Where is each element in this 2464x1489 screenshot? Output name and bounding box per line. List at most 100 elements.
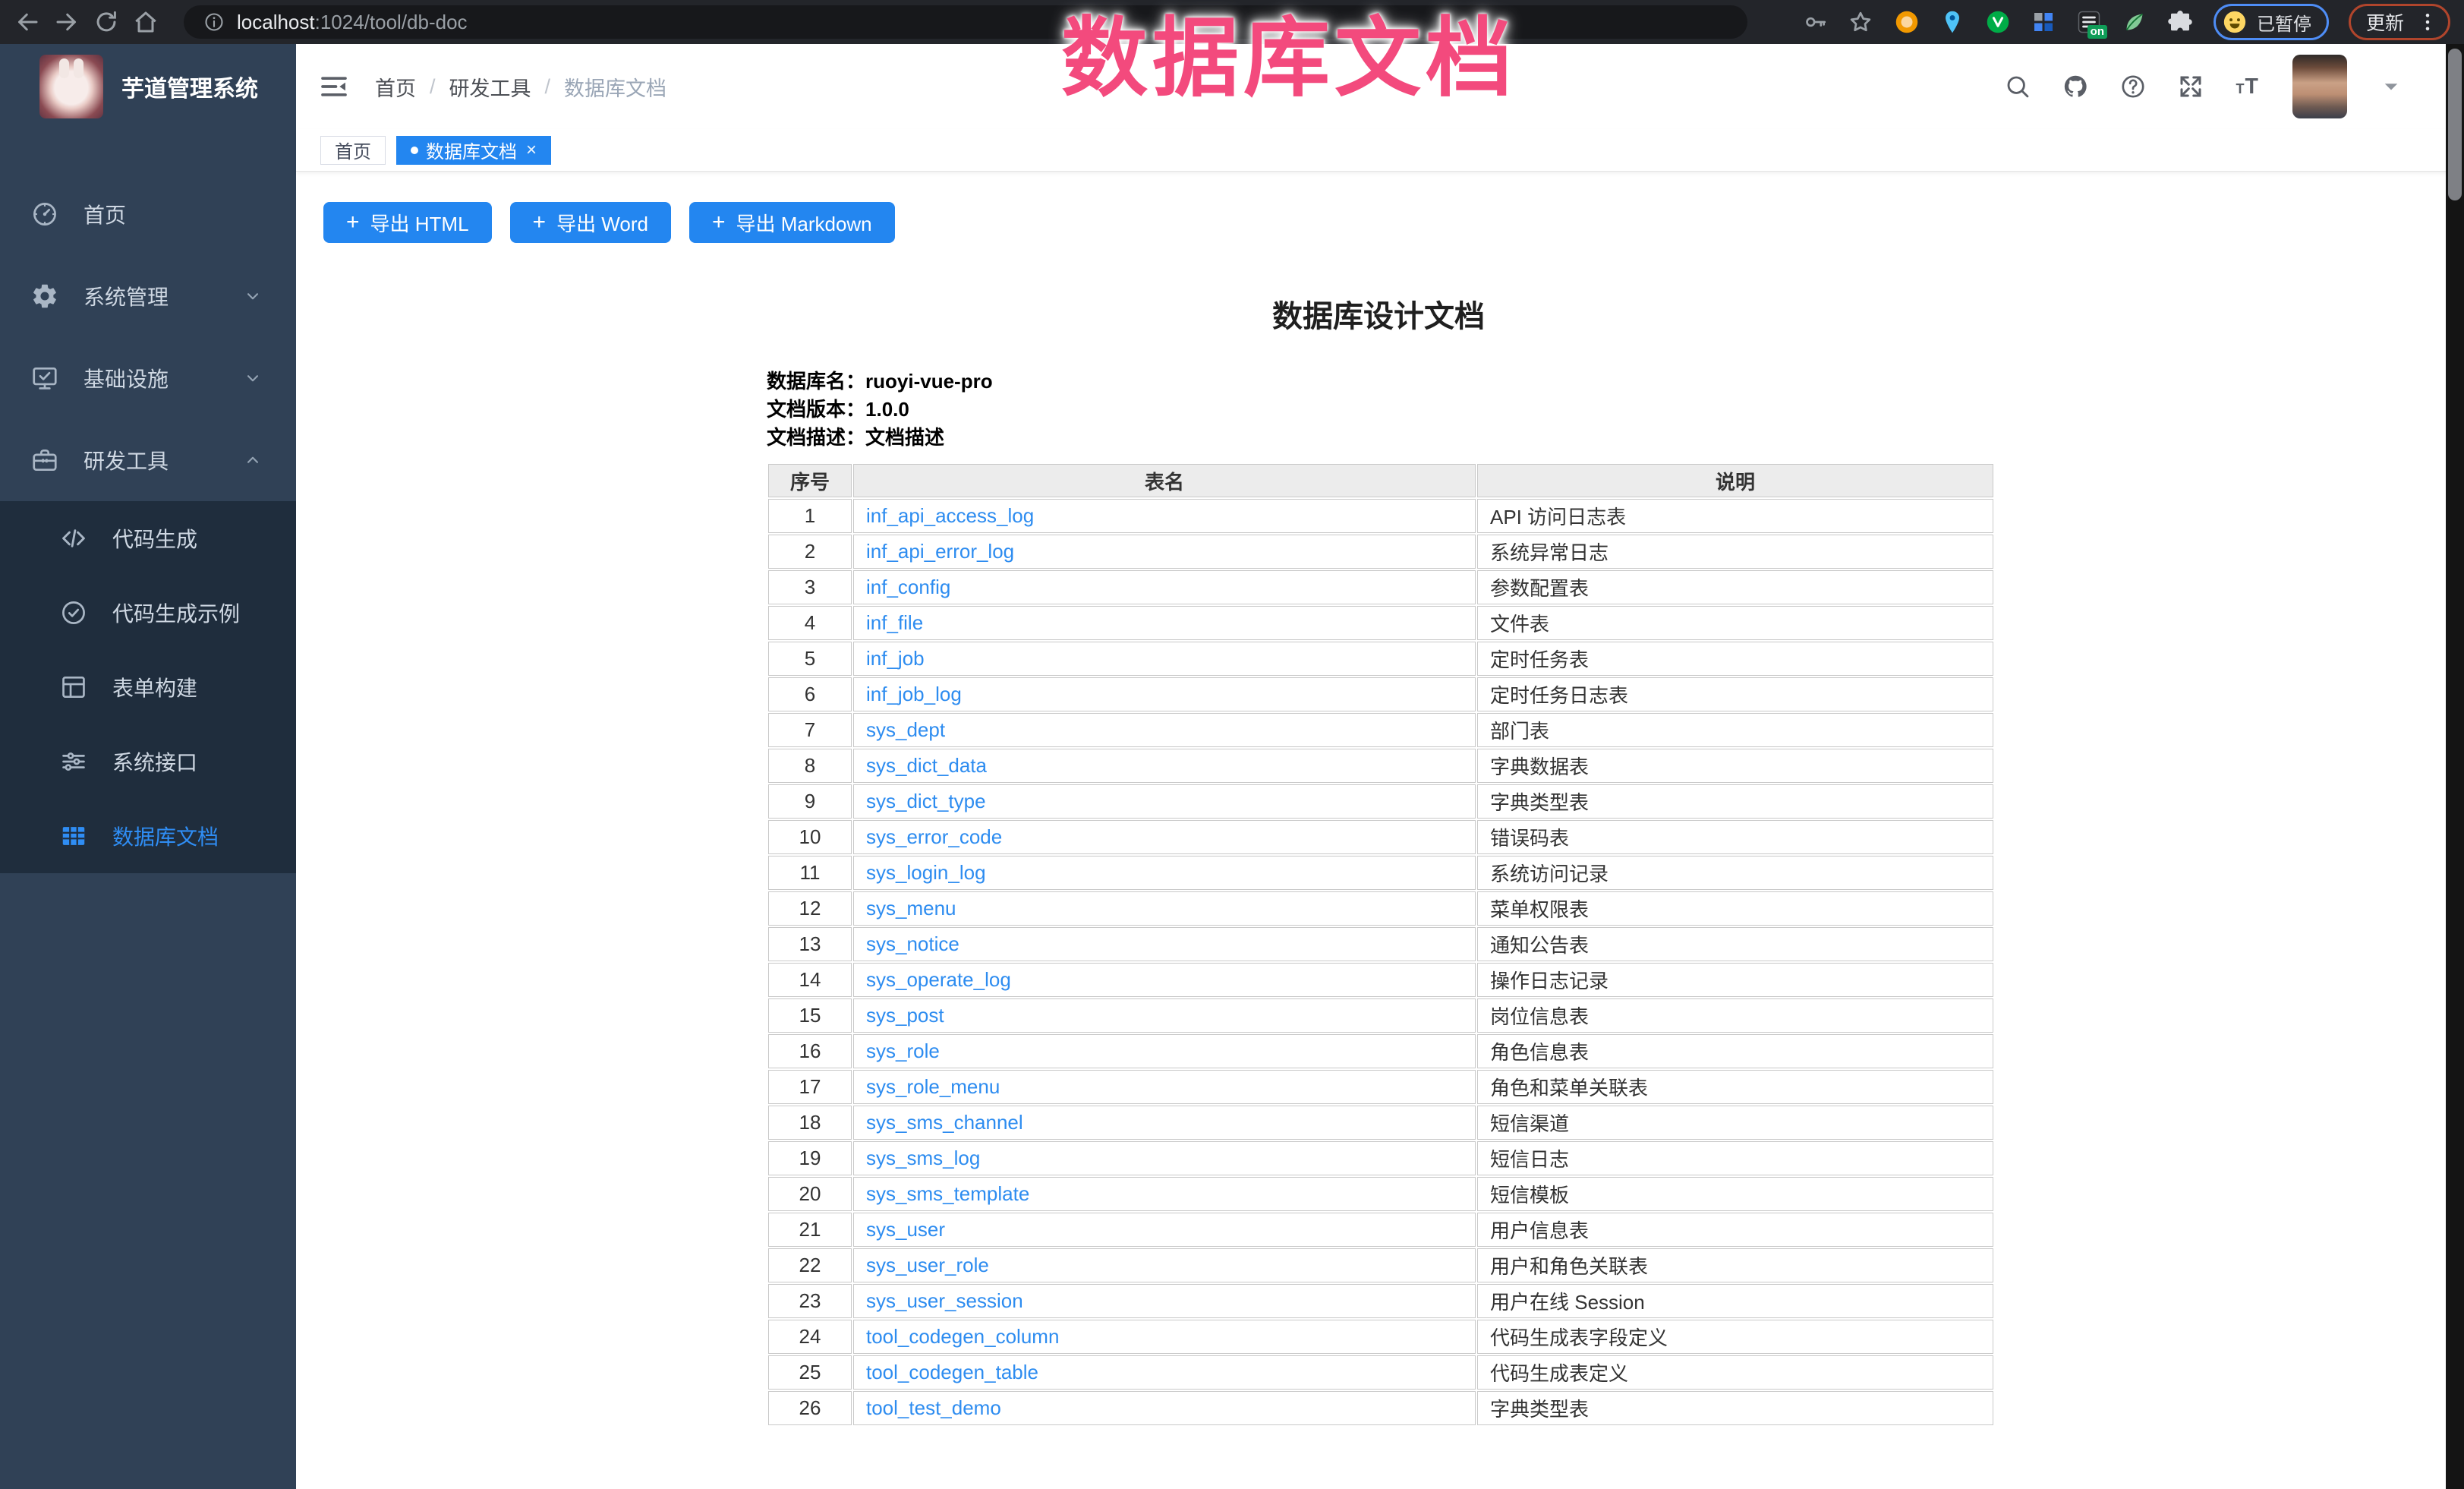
table-name-link[interactable]: tool_test_demo <box>866 1396 1001 1419</box>
tag-item[interactable]: 首页 <box>320 136 386 165</box>
table-cell-name: inf_file <box>853 606 1476 640</box>
table-name-link[interactable]: sys_dict_type <box>866 790 986 812</box>
table-cell-description: 短信日志 <box>1477 1141 1993 1175</box>
doc-meta-row: 数据库名：ruoyi-vue-pro <box>767 368 1990 396</box>
browser-update-button[interactable]: 更新 <box>2349 4 2450 40</box>
table-row: 23sys_user_session用户在线 Session <box>768 1284 1993 1318</box>
table-name-link[interactable]: sys_menu <box>866 897 956 920</box>
font-size-icon[interactable]: TT <box>2235 73 2262 100</box>
table-name-link[interactable]: sys_operate_log <box>866 968 1011 991</box>
sidebar-item-label: 基础设施 <box>83 363 169 393</box>
table-name-link[interactable]: inf_job <box>866 647 925 670</box>
export-toolbar: +导出 HTML +导出 Word +导出 Markdown <box>323 202 2464 243</box>
table-cell-description: 文件表 <box>1477 606 1993 640</box>
breadcrumb-item[interactable]: 首页 <box>375 72 416 102</box>
export-button-markdown[interactable]: +导出 Markdown <box>689 202 895 243</box>
table-name-link[interactable]: sys_sms_channel <box>866 1111 1023 1134</box>
forward-icon[interactable] <box>53 8 80 36</box>
extension-orange-icon[interactable] <box>1893 8 1920 36</box>
doc-meta: 数据库名：ruoyi-vue-pro文档版本：1.0.0文档描述：文档描述 <box>767 368 1990 452</box>
tag-label: 首页 <box>335 137 371 163</box>
tag-active[interactable]: 数据库文档× <box>396 136 551 165</box>
dashboard-icon <box>30 200 59 229</box>
table-cell-index: 9 <box>768 784 852 819</box>
kebab-menu-icon[interactable] <box>2416 11 2439 33</box>
home-icon[interactable] <box>132 8 159 36</box>
app-logo-row[interactable]: 芋道管理系统 <box>0 44 296 129</box>
table-name-link[interactable]: inf_config <box>866 576 950 598</box>
export-button-label: 导出 Word <box>556 209 648 237</box>
reload-icon[interactable] <box>93 8 120 36</box>
table-header-cell: 说明 <box>1477 464 1993 497</box>
password-key-icon[interactable] <box>1802 9 1828 35</box>
scrollbar-thumb[interactable] <box>2448 49 2462 200</box>
sidebar-subitem-db-doc[interactable]: 数据库文档 <box>0 799 296 873</box>
sidebar-item-system[interactable]: 系统管理 <box>0 255 296 337</box>
table-name-link[interactable]: sys_role <box>866 1039 940 1062</box>
table-name-link[interactable]: tool_codegen_table <box>866 1361 1038 1383</box>
user-avatar[interactable] <box>2292 55 2347 118</box>
table-name-link[interactable]: sys_error_code <box>866 825 1002 848</box>
extension-grid-icon[interactable] <box>2030 8 2057 36</box>
extension-verified-icon[interactable] <box>1984 8 2012 36</box>
table-name-link[interactable]: sys_sms_log <box>866 1147 980 1169</box>
page-scrollbar[interactable] <box>2446 44 2464 1489</box>
table-cell-name: sys_post <box>853 998 1476 1033</box>
table-name-link[interactable]: sys_post <box>866 1004 944 1027</box>
fullscreen-icon[interactable] <box>2177 73 2204 100</box>
sidebar-submenu-devtools: 代码生成代码生成示例表单构建系统接口数据库文档 <box>0 501 296 873</box>
table-cell-name: sys_dept <box>853 713 1476 747</box>
browser-profile-chip[interactable]: 已暂停 <box>2214 4 2329 40</box>
sidebar-item-home[interactable]: 首页 <box>0 173 296 255</box>
table-name-link[interactable]: sys_dept <box>866 718 945 741</box>
table-name-link[interactable]: tool_codegen_column <box>866 1325 1059 1348</box>
export-button-html[interactable]: +导出 HTML <box>323 202 492 243</box>
table-name-link[interactable]: inf_api_error_log <box>866 540 1014 563</box>
sidebar-subitem-api[interactable]: 系统接口 <box>0 724 296 799</box>
table-cell-index: 16 <box>768 1034 852 1068</box>
sidebar-item-label: 系统管理 <box>83 281 169 311</box>
export-button-word[interactable]: +导出 Word <box>510 202 671 243</box>
extension-pin-icon[interactable] <box>1939 8 1966 36</box>
sidebar-subitem-codegen-example[interactable]: 代码生成示例 <box>0 576 296 650</box>
back-icon[interactable] <box>14 8 41 36</box>
table-name-link[interactable]: sys_dict_data <box>866 754 987 777</box>
extension-leaf-icon[interactable] <box>2121 8 2148 36</box>
github-icon[interactable] <box>2062 73 2089 100</box>
bookmark-star-icon[interactable] <box>1848 9 1873 35</box>
sidebar-subitem-label: 表单构建 <box>112 672 197 702</box>
sidebar-item-devtools[interactable]: 研发工具 <box>0 419 296 501</box>
sidebar-item-label: 研发工具 <box>83 445 169 475</box>
help-icon[interactable] <box>2119 73 2147 100</box>
table-name-link[interactable]: inf_file <box>866 611 923 634</box>
breadcrumb-item[interactable]: 研发工具 <box>449 72 531 102</box>
table-name-link[interactable]: sys_role_menu <box>866 1075 1000 1098</box>
caret-down-icon[interactable] <box>2377 73 2405 100</box>
table-name-link[interactable]: sys_login_log <box>866 861 986 884</box>
table-name-link[interactable]: sys_user_role <box>866 1254 989 1276</box>
svg-text:T: T <box>2245 74 2259 99</box>
collapse-sidebar-icon[interactable] <box>319 71 349 102</box>
puzzle-icon[interactable] <box>2166 8 2194 36</box>
table-name-link[interactable]: sys_sms_template <box>866 1182 1029 1205</box>
tag-close-icon[interactable]: × <box>526 141 537 159</box>
table-name-link[interactable]: inf_job_log <box>866 683 962 705</box>
doc-meta-label: 文档版本： <box>767 398 865 421</box>
table-cell-index: 2 <box>768 535 852 569</box>
table-name-link[interactable]: sys_user <box>866 1218 945 1241</box>
search-icon[interactable] <box>2004 73 2031 100</box>
site-info-icon[interactable] <box>203 11 225 33</box>
table-cell-description: 用户和角色关联表 <box>1477 1248 1993 1282</box>
sidebar-subitem-form-builder[interactable]: 表单构建 <box>0 650 296 724</box>
table-name-link[interactable]: sys_notice <box>866 932 959 955</box>
address-bar[interactable]: localhost:1024/tool/db-doc <box>184 5 1747 39</box>
table-row: 24tool_codegen_column代码生成表字段定义 <box>768 1320 1993 1354</box>
table-cell-description: 岗位信息表 <box>1477 998 1993 1033</box>
table-name-link[interactable]: sys_user_session <box>866 1289 1023 1312</box>
table-cell-index: 21 <box>768 1213 852 1247</box>
sidebar-subitem-codegen[interactable]: 代码生成 <box>0 501 296 576</box>
sidebar-item-infra[interactable]: 基础设施 <box>0 337 296 419</box>
table-name-link[interactable]: inf_api_access_log <box>866 504 1034 527</box>
extension-list-icon[interactable]: on <box>2075 8 2103 36</box>
table-row: 13sys_notice通知公告表 <box>768 927 1993 961</box>
